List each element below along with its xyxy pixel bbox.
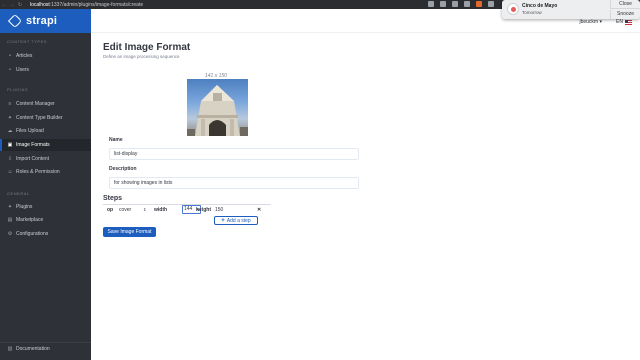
step-row: op cover ⇕ width 144 ⬉ height 150 ✕ (103, 204, 271, 214)
sidebar-item-plugins[interactable]: ✦ Plugins (0, 201, 91, 213)
width-label: width (154, 207, 168, 213)
height-label: height (196, 207, 211, 213)
image-preview (187, 79, 248, 136)
bullet-icon: • (9, 53, 11, 59)
notification-title: Cinco de Mayo (522, 3, 558, 9)
name-label: Name (109, 137, 123, 143)
sidebar-item-import-content[interactable]: ⇩ Import Content (0, 153, 91, 165)
save-button[interactable]: Save Image Format (103, 227, 156, 237)
section-title-plugins: Plugins (7, 87, 29, 92)
language-selector[interactable]: EN (616, 19, 632, 25)
sidebar-item-label: Documentation (16, 345, 50, 352)
user-menu[interactable]: jbeuckm ▾ (579, 19, 602, 25)
brand-name: strapi (26, 15, 58, 27)
sidebar-item-content-manager[interactable]: ≡ Content Manager (0, 98, 91, 110)
sidebar-item-files-upload[interactable]: ☁ Files Upload (0, 125, 91, 137)
chevron-down-icon: ▾ (599, 19, 602, 25)
sidebar-item-label: Content Manager (16, 101, 55, 107)
width-value: 144 (184, 206, 193, 212)
steps-title: Steps (103, 195, 123, 202)
extension-icon[interactable] (428, 1, 434, 7)
book-icon: ▥ (7, 345, 13, 352)
plus-icon: + (221, 217, 225, 224)
main-content: Edit Image Format Define an image proces… (91, 33, 640, 360)
sidebar-item-label: Import Content (16, 156, 50, 162)
op-select[interactable]: cover (119, 207, 131, 213)
sidebar-item-content-type-builder[interactable]: ✦ Content Type Builder (0, 112, 91, 124)
sidebar: strapi Content Types • Articles • Users … (0, 9, 91, 360)
gear-icon: ⚙ (7, 231, 13, 237)
notification-close-button[interactable]: Close (610, 0, 640, 9)
image-icon: ▣ (7, 142, 13, 148)
shop-icon: ▤ (7, 217, 13, 223)
select-arrows-icon: ⇕ (143, 207, 147, 212)
description-field[interactable]: for showing images in lists (109, 177, 359, 189)
bullet-icon: • (9, 67, 11, 73)
cloud-upload-icon: ☁ (7, 128, 13, 134)
sidebar-item-roles-permission[interactable]: ☺ Roles & Permission (0, 166, 91, 178)
remove-step-icon[interactable]: ✕ (257, 207, 261, 213)
notification-banner: Cinco de Mayo Tomorrow Close Snooze (502, 0, 640, 19)
page-subtitle: Define an image processing sequence (103, 54, 180, 59)
description-label: Description (109, 166, 137, 172)
us-flag-icon (625, 19, 632, 25)
list-icon: ≡ (8, 101, 12, 107)
sidebar-item-users[interactable]: • Users (0, 64, 91, 76)
sidebar-item-articles[interactable]: • Articles (0, 50, 91, 62)
sidebar-item-label: Image Formats (16, 142, 50, 148)
page-title: Edit Image Format (103, 42, 191, 53)
sidebar-item-documentation[interactable]: ▥ Documentation (0, 342, 91, 354)
sidebar-item-label: Roles & Permission (16, 169, 60, 175)
extension-icon[interactable] (488, 1, 494, 7)
add-step-label: Add a step (226, 217, 251, 224)
sidebar-item-image-formats[interactable]: ▣ Image Formats (0, 139, 91, 151)
add-step-button[interactable]: + Add a step (214, 216, 258, 225)
op-label: op (107, 207, 114, 213)
notification-snooze-button[interactable]: Snooze (610, 10, 640, 19)
sidebar-item-label: Configurations (16, 231, 49, 237)
sidebar-item-label: Plugins (16, 204, 33, 210)
extension-icon[interactable] (452, 1, 458, 7)
brand-header[interactable]: strapi (0, 9, 91, 33)
section-title-content-types: Content Types (7, 39, 47, 44)
calendar-icon (507, 3, 519, 15)
puzzle-icon: ✦ (7, 115, 13, 121)
language-code: EN (616, 19, 623, 25)
download-icon: ⇩ (7, 156, 13, 162)
puzzle-icon: ✦ (7, 204, 13, 210)
reload-icon[interactable]: ↻ (16, 2, 24, 8)
name-field[interactable]: list-display (109, 148, 359, 160)
notification-subtitle: Tomorrow (522, 10, 542, 15)
address-bar[interactable]: localhost:1337/admin/plugins/image-forma… (30, 2, 143, 8)
sidebar-item-marketplace[interactable]: ▤ Marketplace (0, 214, 91, 226)
back-icon[interactable]: ← (0, 2, 8, 8)
height-input[interactable]: 150 (215, 207, 223, 213)
users-icon: ☺ (7, 169, 13, 175)
user-name: jbeuckm (579, 19, 599, 25)
sidebar-item-label: Articles (16, 53, 33, 59)
sidebar-item-label: Users (16, 67, 30, 73)
extension-icon[interactable] (440, 1, 446, 7)
extension-icon[interactable] (476, 1, 482, 7)
arch-photo (187, 85, 248, 136)
sidebar-item-label: Marketplace (16, 217, 44, 223)
extension-icon[interactable] (464, 1, 470, 7)
forward-icon[interactable]: → (8, 2, 16, 8)
strapi-logo-icon (7, 13, 23, 29)
sidebar-item-label: Content Type Builder (16, 115, 63, 121)
section-title-general: General (7, 191, 30, 196)
sidebar-item-configurations[interactable]: ⚙ Configurations (0, 228, 91, 240)
sidebar-item-label: Files Upload (16, 128, 44, 134)
